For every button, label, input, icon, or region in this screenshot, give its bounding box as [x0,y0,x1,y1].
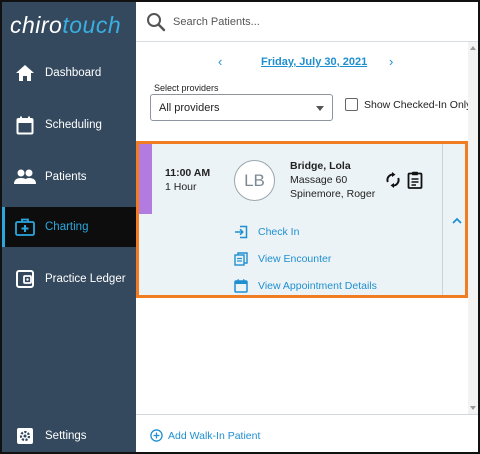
sidebar-item-practice-ledger[interactable]: Practice Ledger [2,259,136,299]
sidebar-item-label: Practice Ledger [45,273,126,285]
footer-bar: Add Walk-In Patient [136,414,478,452]
calendar-icon [234,279,248,293]
appointment-card[interactable]: 11:00 AM 1 Hour LB Bridge, Lola Massage … [136,141,468,298]
sidebar: chirotouch Dashboard Scheduling Patients… [2,2,136,452]
date-navigator: ‹ Friday, July 30, 2021 › [136,52,478,72]
add-walk-in-patient-button[interactable]: Add Walk-In Patient [150,429,260,442]
active-indicator [2,207,5,247]
ledger-icon [13,267,37,291]
search-bar [136,2,478,42]
next-day-button[interactable]: › [389,54,393,69]
logo-part2: touch [62,12,122,38]
search-input[interactable] [173,15,453,28]
add-walk-in-label: Add Walk-In Patient [168,429,261,442]
sidebar-item-label: Dashboard [45,67,102,79]
view-encounter-action[interactable]: View Encounter [234,251,331,267]
view-encounter-label: View Encounter [258,253,332,265]
login-icon [235,225,248,239]
schedule-scrollbar[interactable] [468,42,478,414]
view-appointment-details-action[interactable]: View Appointment Details [234,278,377,294]
chirotouch-logo: chirotouch [10,12,121,39]
appointment-provider: Spinemore, Roger [290,188,376,200]
calendar-icon [13,113,37,137]
previous-day-button[interactable]: ‹ [218,54,222,69]
appointment-type-stripe [139,144,152,214]
add-circle-icon [150,429,163,442]
appointment-duration: 1 Hour [165,181,197,193]
providers-dropdown[interactable]: All providers [150,94,333,121]
scroll-up-arrow[interactable] [470,46,476,50]
appointment-time: 11:00 AM [165,167,211,179]
check-in-label: Check In [258,226,300,238]
logo-part1: chiro [10,12,63,38]
gear-icon [13,424,37,448]
view-appointment-details-label: View Appointment Details [258,280,377,292]
sidebar-item-label: Settings [45,430,87,442]
sidebar-item-label: Charting [45,221,89,233]
sync-icon[interactable] [385,172,401,188]
card-divider [442,144,443,295]
providers-selected-value: All providers [159,101,220,114]
chevron-down-icon [316,106,324,111]
appointment-service: Massage 60 [290,174,348,186]
sidebar-item-settings[interactable]: Settings [2,416,136,454]
patient-name: Bridge, Lola [290,160,351,172]
search-icon [147,12,166,31]
medical-bag-icon [13,215,37,239]
scroll-down-arrow[interactable] [470,406,476,410]
home-icon [13,61,37,85]
people-icon [13,165,37,189]
patient-avatar: LB [234,160,275,201]
sidebar-item-dashboard[interactable]: Dashboard [2,53,136,93]
providers-label: Select providers [154,83,219,93]
show-checked-in-checkbox[interactable] [345,98,358,111]
sidebar-item-label: Scheduling [45,119,102,131]
sidebar-item-patients[interactable]: Patients [2,157,136,197]
current-date-link[interactable]: Friday, July 30, 2021 [261,56,367,68]
sidebar-item-charting[interactable]: Charting [2,207,136,247]
show-checked-in-label[interactable]: Show Checked-In Only [364,99,471,111]
documents-icon [234,252,248,266]
sidebar-item-scheduling[interactable]: Scheduling [2,105,136,145]
chevron-up-icon[interactable] [451,216,463,226]
clipboard-icon[interactable] [407,171,423,189]
check-in-action[interactable]: Check In [234,224,299,240]
sidebar-item-label: Patients [45,171,87,183]
